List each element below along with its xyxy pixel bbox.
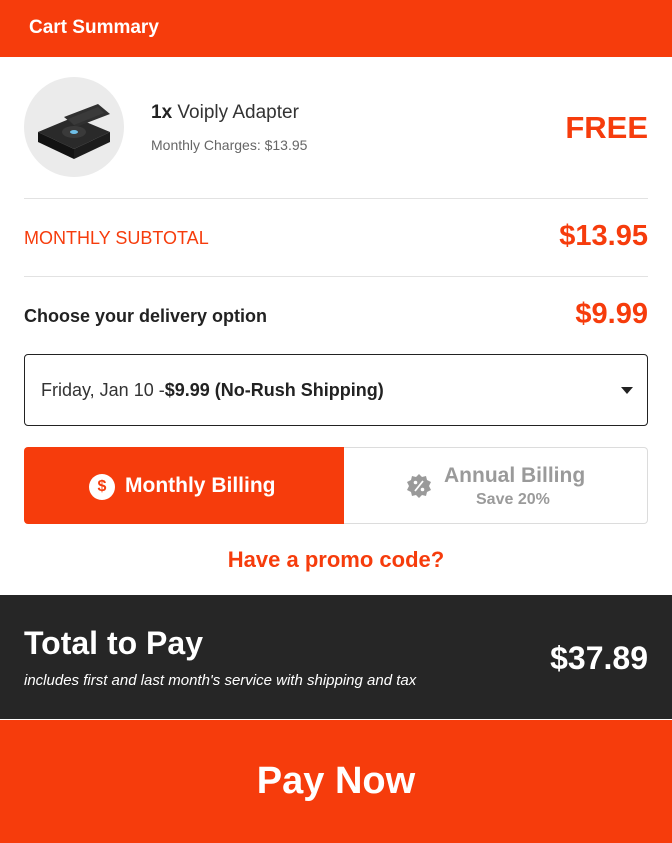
total-note: includes first and last month's service … bbox=[24, 672, 417, 689]
product-quantity: 1x bbox=[151, 102, 173, 123]
header-title: Cart Summary bbox=[29, 17, 159, 38]
delivery-select[interactable]: Friday, Jan 10 -$9.99 (No-Rush Shipping) bbox=[24, 354, 648, 426]
divider bbox=[24, 198, 648, 199]
pay-now-button[interactable]: Pay Now bbox=[0, 720, 672, 843]
delivery-option-price: $9.99 bbox=[575, 298, 648, 330]
monthly-subtotal-label: MONTHLY SUBTOTAL bbox=[24, 228, 209, 248]
pay-now-label[interactable]: Pay Now bbox=[257, 760, 415, 802]
divider bbox=[24, 276, 648, 277]
annual-billing-label: Annual Billing bbox=[444, 464, 586, 487]
promo-code-link[interactable]: Have a promo code? bbox=[0, 547, 672, 573]
product-image bbox=[24, 77, 124, 177]
monthly-subtotal-value: $13.95 bbox=[559, 220, 648, 252]
delivery-option-label: Choose your delivery option bbox=[24, 306, 268, 326]
chevron-down-icon bbox=[621, 387, 633, 394]
cart-summary-header: Cart Summary bbox=[0, 0, 672, 57]
product-monthly-charges: Monthly Charges: $13.95 bbox=[151, 137, 308, 153]
dollar-circle-icon: $ bbox=[89, 474, 115, 500]
monthly-billing-button[interactable]: $ Monthly Billing bbox=[24, 447, 344, 524]
product-name: 1x Voiply Adapter bbox=[151, 102, 299, 124]
monthly-billing-label: Monthly Billing bbox=[125, 474, 276, 497]
billing-toggle: $ Monthly Billing Annual Billing Save 20… bbox=[24, 447, 648, 524]
percent-badge-icon bbox=[407, 474, 431, 498]
total-title: Total to Pay bbox=[24, 625, 203, 661]
product-row: 1x Voiply Adapter Monthly Charges: $13.9… bbox=[24, 76, 648, 180]
annual-billing-save-note: Save 20% bbox=[476, 491, 550, 508]
delivery-date: Friday, Jan 10 - bbox=[41, 380, 165, 400]
annual-billing-button[interactable]: Annual Billing Save 20% bbox=[344, 447, 648, 524]
delivery-option-name: $9.99 (No-Rush Shipping) bbox=[164, 380, 384, 400]
product-price: FREE bbox=[565, 110, 648, 145]
total-amount: $37.89 bbox=[550, 640, 648, 676]
total-panel: Total to Pay includes first and last mon… bbox=[0, 595, 672, 719]
adapter-image bbox=[38, 104, 110, 159]
delivery-select-value: Friday, Jan 10 -$9.99 (No-Rush Shipping) bbox=[41, 380, 384, 401]
promo-code-label[interactable]: Have a promo code? bbox=[228, 547, 444, 572]
product-title: Voiply Adapter bbox=[177, 102, 299, 123]
